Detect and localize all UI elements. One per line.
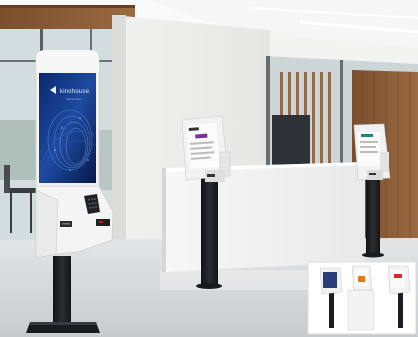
- screen-tagline-text: self-service: [66, 97, 82, 101]
- screen-brand-text: kinohouse: [60, 89, 90, 95]
- photo-scene: kinohouse self-service: [0, 0, 418, 337]
- tv-screen: [272, 115, 310, 165]
- scene-illustration: [0, 0, 418, 337]
- inset-photo: [307, 261, 417, 335]
